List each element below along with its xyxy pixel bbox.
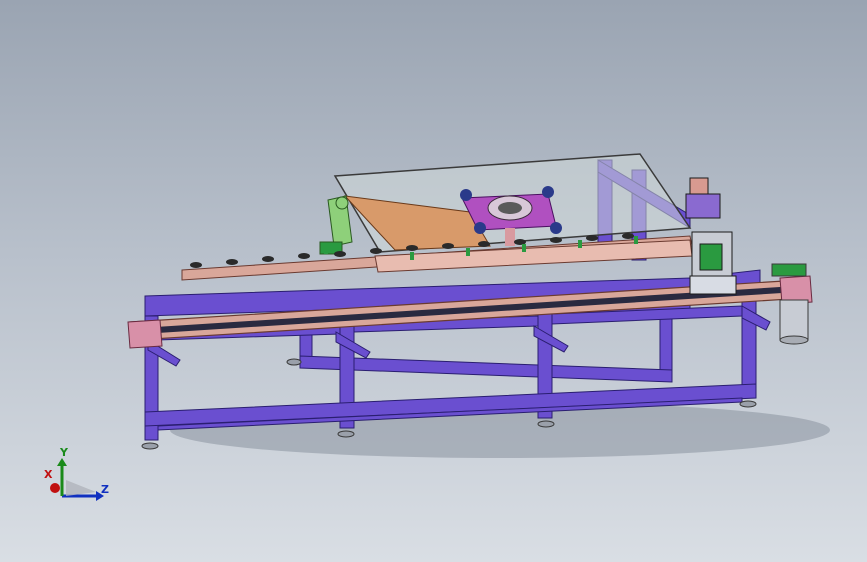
- lift-arm: [319, 195, 353, 255]
- z-axis-label: Z: [101, 483, 109, 496]
- assembly-model[interactable]: [0, 0, 867, 562]
- x-axis-label: X: [44, 468, 53, 481]
- drive-motor: [771, 263, 809, 345]
- x-axis-marker: [50, 483, 60, 493]
- coordinate-triad: [50, 458, 104, 501]
- cad-viewport[interactable]: X Y Z: [0, 0, 867, 562]
- edge-head-unit: [685, 177, 737, 295]
- y-axis-label: Y: [60, 446, 68, 459]
